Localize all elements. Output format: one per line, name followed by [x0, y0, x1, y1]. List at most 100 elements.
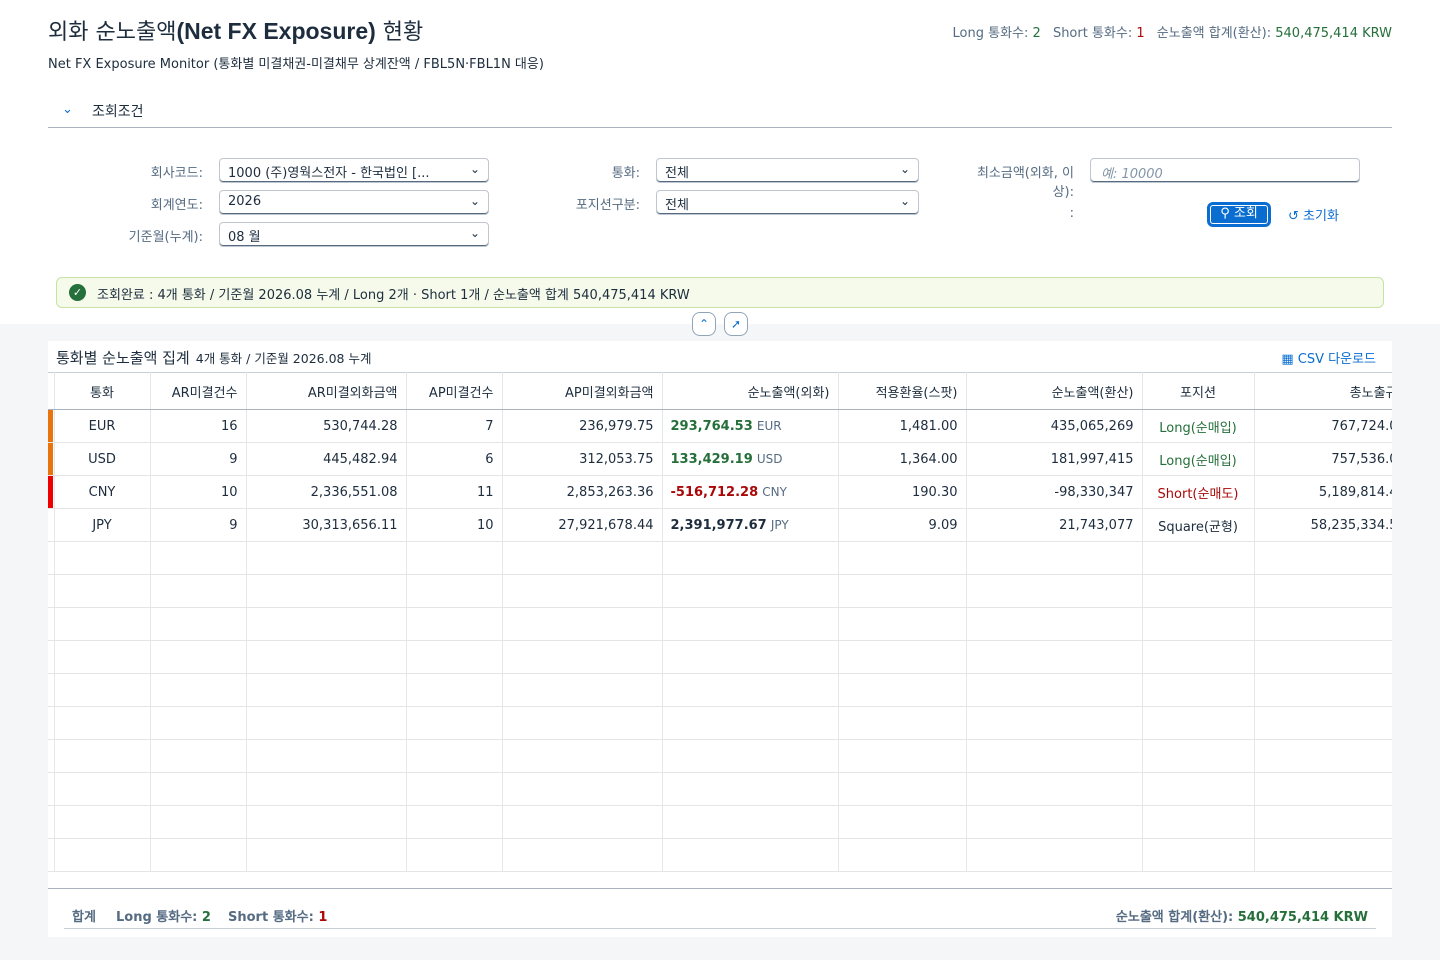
currency-value: 전체 [665, 166, 689, 181]
pin-icon: ➚ [730, 317, 742, 331]
total-exposure-cell: 58,235,334.5 [1254, 508, 1392, 542]
summary-panel: 통화별 순노출액 집계 4개 통화 / 기준월 2026.08 누계 ▦ CSV … [48, 341, 1392, 937]
footer-short-label: Short 통화수: [228, 910, 314, 925]
empty-row [48, 640, 1392, 674]
success-message-text: 조회완료 : 4개 통화 / 기준월 2026.08 누계 / Long 2개 … [97, 288, 690, 303]
filter-section-title: 조회조건 [92, 104, 144, 120]
rate-cell: 190.30 [838, 475, 967, 509]
empty-row [48, 706, 1392, 740]
column-header[interactable]: 적용환율(스팟) [838, 372, 967, 410]
rate-cell: 1,481.00 [838, 409, 967, 443]
column-header[interactable]: 순노출액(외화) [662, 372, 839, 410]
success-message-strip: ✓ 조회완료 : 4개 통화 / 기준월 2026.08 누계 / Long 2… [56, 277, 1384, 308]
net-fx-value: 2,391,977.67 [670, 517, 767, 533]
column-header[interactable]: 순노출액(환산) [966, 372, 1143, 410]
min-amount-label-line1: 최소금액(외화, 이 [976, 166, 1074, 181]
chevron-down-icon: ⌄ [469, 162, 480, 176]
header-kpis: Long 통화수: 2 Short 통화수: 1 순노출액 합계(환산): 54… [953, 22, 1392, 41]
column-header[interactable]: 통화 [54, 372, 151, 410]
column-header[interactable]: 총노출규 [1254, 372, 1392, 410]
net-fx-currency: JPY [770, 517, 789, 532]
filter-section-toggle[interactable]: ⌄ 조회조건 [48, 98, 1392, 128]
position-select[interactable]: 전체 ⌄ [656, 190, 919, 215]
net-fx-cell: 2,391,977.67 JPY [662, 508, 839, 542]
panel-title-text: 통화별 순노출액 집계 [56, 349, 190, 367]
base-month-select[interactable]: 08 월 ⌄ [219, 222, 489, 247]
column-header[interactable]: AR미결건수 [150, 372, 247, 410]
csv-download-label: CSV 다운로드 [1297, 352, 1376, 367]
empty-row [48, 541, 1392, 575]
kpi-total-label: 순노출액 합계(환산): [1156, 26, 1272, 41]
currency-cell: CNY [54, 475, 151, 509]
currency-cell: JPY [54, 508, 151, 542]
chevron-down-icon[interactable]: ⌄ [62, 102, 73, 117]
search-button[interactable]: ⚲ 조회 [1207, 202, 1271, 227]
title-prefix: 외화 순노출액 [48, 20, 177, 45]
net-fx-value: -516,712.28 [670, 484, 759, 500]
net-fx-value: 293,764.53 [670, 418, 753, 434]
reset-icon: ↺ [1288, 209, 1299, 224]
total-exposure-cell: 767,724.0 [1254, 409, 1392, 443]
min-amount-input[interactable]: 예: 10000 [1090, 158, 1360, 183]
table-row[interactable]: USD 9 445,482.94 6 312,053.75 133,429.19… [48, 442, 1392, 476]
footer-short-count: Short 통화수: 1 [228, 906, 327, 925]
ap-count-cell: 6 [406, 442, 503, 476]
fiscal-year-value: 2026 [228, 194, 262, 209]
position-cell: Short(순매도) [1142, 475, 1255, 509]
empty-row [48, 607, 1392, 641]
position-value: 전체 [665, 198, 689, 213]
ap-amount-cell: 236,979.75 [502, 409, 663, 443]
fiscal-year-select[interactable]: 2026 ⌄ [219, 190, 489, 215]
column-header[interactable]: AP미결외화금액 [502, 372, 663, 410]
ar-count-cell: 16 [150, 409, 247, 443]
page-header: 외화 순노출액(Net FX Exposure) 현황 Net FX Expos… [0, 0, 1440, 324]
net-krw-cell: 181,997,415 [966, 442, 1143, 476]
ar-amount-cell: 530,744.28 [246, 409, 407, 443]
ap-count-cell: 10 [406, 508, 503, 542]
net-fx-currency: CNY [762, 484, 787, 499]
empty-row [48, 838, 1392, 872]
net-krw-cell: 435,065,269 [966, 409, 1143, 443]
ap-amount-cell: 312,053.75 [502, 442, 663, 476]
panel-title: 통화별 순노출액 집계 4개 통화 / 기준월 2026.08 누계 [56, 347, 371, 368]
company-code-select[interactable]: 1000 (주)영웍스전자 - 한국법인 [... ⌄ [219, 158, 489, 183]
position-label: 포지션구분: [575, 198, 640, 213]
row-highlight-bar [48, 509, 53, 541]
currency-select[interactable]: 전체 ⌄ [656, 158, 919, 183]
table-row[interactable]: EUR 16 530,744.28 7 236,979.75 293,764.5… [48, 409, 1392, 443]
column-header[interactable]: AR미결외화금액 [246, 372, 407, 410]
empty-row [48, 739, 1392, 773]
table-row[interactable]: JPY 9 30,313,656.11 10 27,921,678.44 2,3… [48, 508, 1392, 542]
rate-cell: 9.09 [838, 508, 967, 542]
net-krw-cell: 21,743,077 [966, 508, 1143, 542]
ar-amount-cell: 445,482.94 [246, 442, 407, 476]
column-header[interactable]: 포지션 [1142, 372, 1255, 410]
table-row[interactable]: CNY 10 2,336,551.08 11 2,853,263.36 -516… [48, 475, 1392, 509]
pin-header-button[interactable]: ➚ [724, 312, 748, 336]
currency-label: 통화: [611, 166, 640, 181]
collapse-header-button[interactable]: ⌃ [692, 312, 716, 336]
empty-row [48, 673, 1392, 707]
chevron-up-icon: ⌃ [698, 317, 710, 331]
base-month-value: 08 월 [228, 230, 261, 245]
chevron-down-icon: ⌄ [469, 194, 480, 208]
chevron-down-icon: ⌄ [899, 194, 910, 208]
checkmark-icon: ✓ [69, 284, 86, 301]
csv-download-button[interactable]: ▦ CSV 다운로드 [1281, 348, 1376, 367]
empty-row [48, 772, 1392, 806]
position-cell: Long(순매입) [1142, 442, 1255, 476]
base-month-label: 기준월(누계): [128, 230, 203, 245]
column-header[interactable]: AP미결건수 [406, 372, 503, 410]
net-fx-currency: USD [756, 451, 783, 466]
footer-sum-value: 540,475,414 KRW [1237, 910, 1368, 925]
footer-total-label: 합계 [72, 910, 96, 925]
footer-long-label: Long 통화수: [116, 910, 198, 925]
reset-button[interactable]: ↺ 초기화 [1288, 205, 1339, 224]
chevron-down-icon: ⌄ [899, 162, 910, 176]
ar-count-cell: 10 [150, 475, 247, 509]
ap-amount-cell: 27,921,678.44 [502, 508, 663, 542]
kpi-short-value: 1 [1136, 26, 1145, 41]
ar-amount-cell: 30,313,656.11 [246, 508, 407, 542]
ap-count-cell: 11 [406, 475, 503, 509]
search-button-label: 조회 [1233, 206, 1258, 221]
